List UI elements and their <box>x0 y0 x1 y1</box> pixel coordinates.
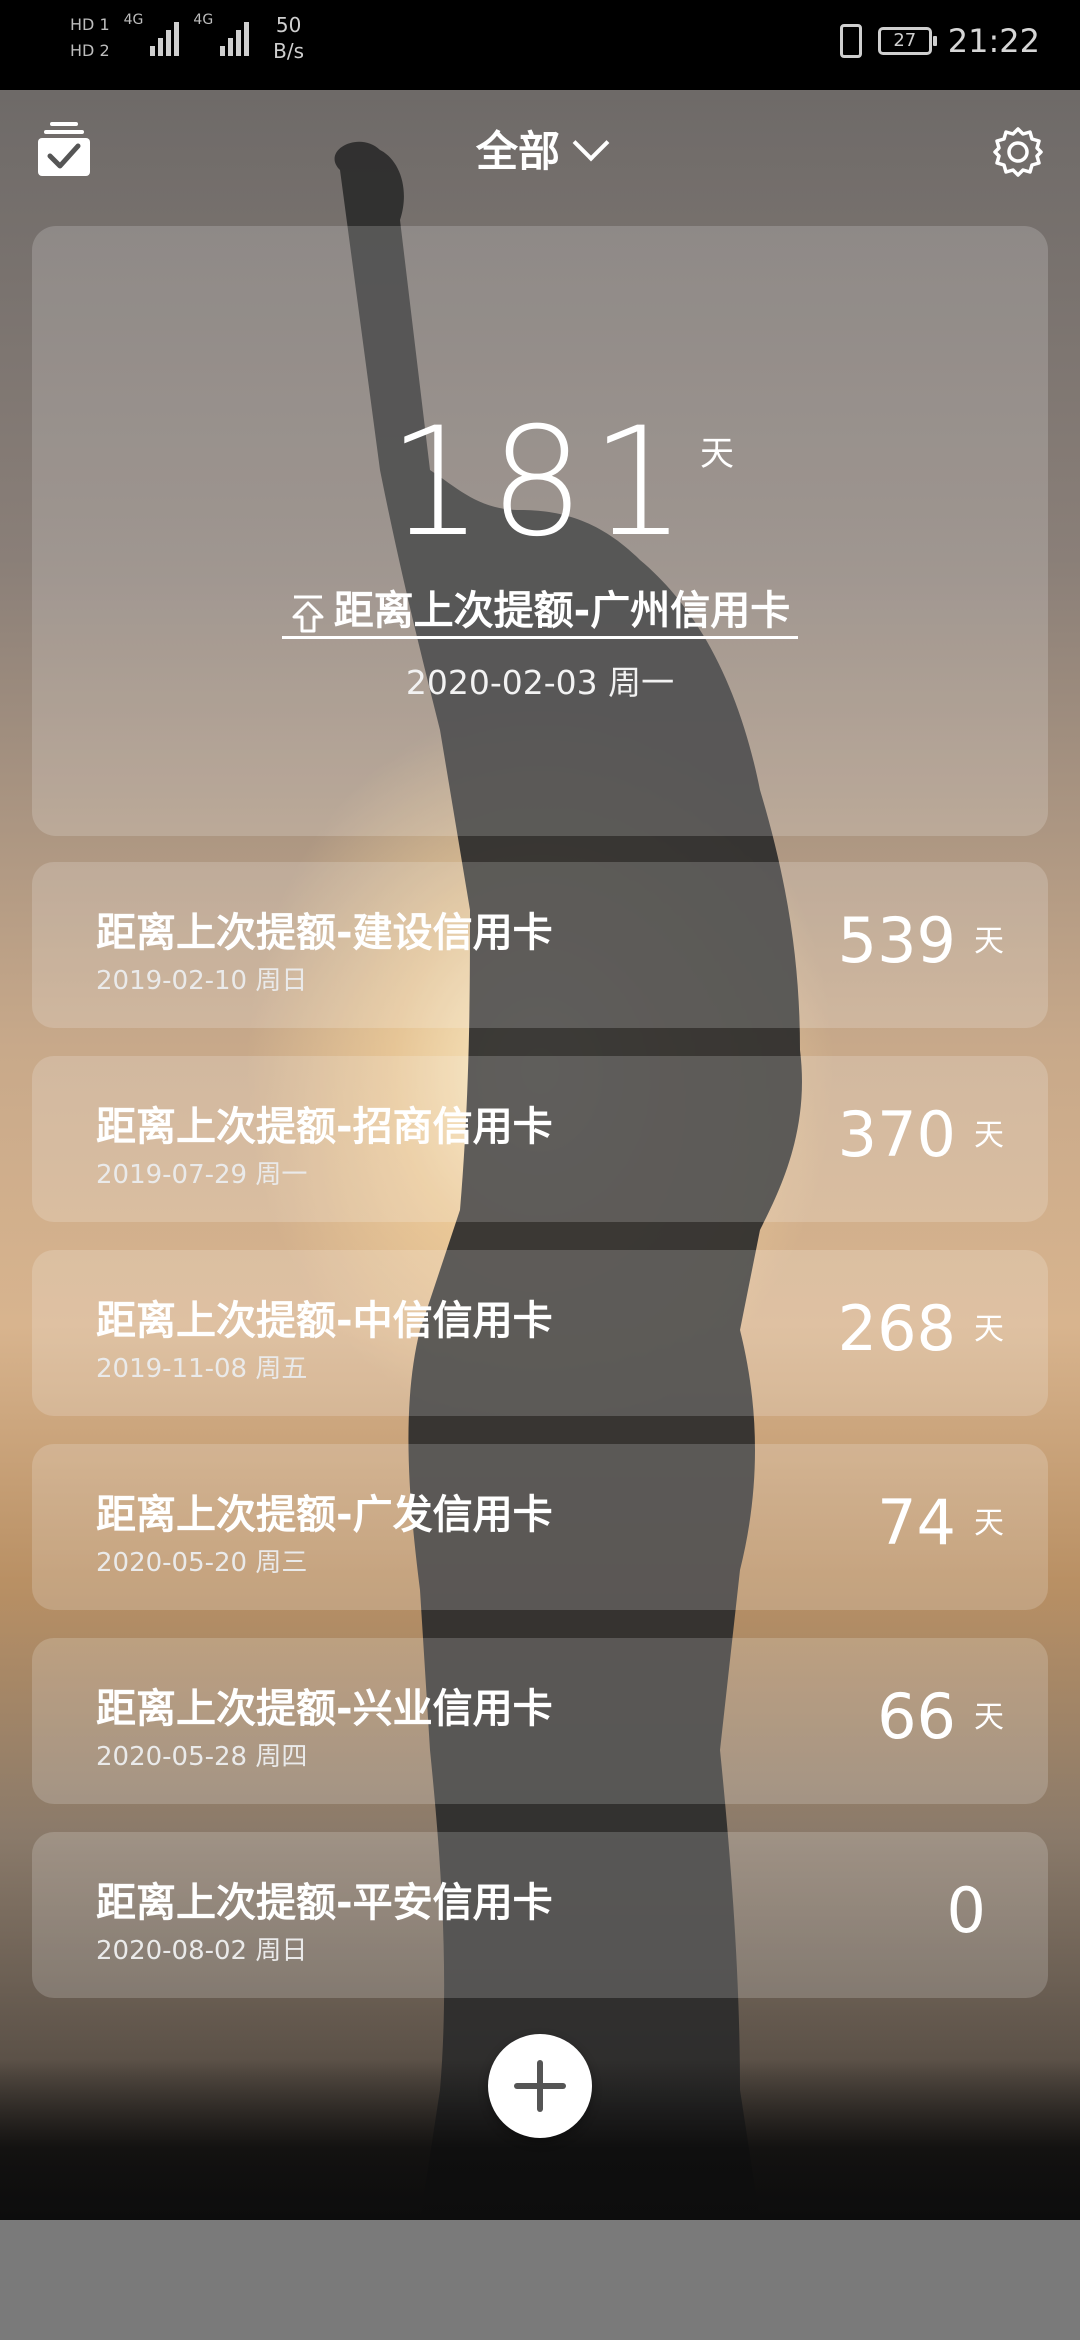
signal-icon: 4G <box>124 12 180 56</box>
countdown-item[interactable]: 距离上次提额-建设信用卡 2019-02-10 周日 539 天 <box>32 862 1048 1028</box>
hero-title: 距离上次提额-广州信用卡 <box>333 588 791 634</box>
item-days: 0 <box>946 1874 986 1947</box>
item-days: 268 <box>837 1292 956 1365</box>
item-title: 距离上次提额-招商信用卡 <box>96 1104 553 1150</box>
item-date: 2019-07-29 周一 <box>96 1160 308 1190</box>
item-days: 66 <box>877 1680 956 1753</box>
hero-title-row: 距离上次提额-广州信用卡 <box>32 578 1048 636</box>
status-bar: HD 1 HD 2 4G 4G 50 B/s 27 21:22 <box>0 0 1080 90</box>
item-title: 距离上次提额-建设信用卡 <box>96 910 553 956</box>
sim1-index: 1 <box>99 15 110 34</box>
hero-underline <box>282 636 798 639</box>
item-title: 距离上次提额-中信信用卡 <box>96 1298 553 1344</box>
network2-label: 4G <box>193 12 214 28</box>
chevron-down-icon <box>572 124 610 162</box>
speed-value: 50 <box>275 13 302 37</box>
item-unit: 天 <box>974 924 1004 959</box>
clock: 21:22 <box>947 22 1040 60</box>
item-date: 2019-11-08 周五 <box>96 1354 308 1384</box>
pin-top-icon <box>292 595 324 633</box>
item-title: 距离上次提额-广发信用卡 <box>96 1492 553 1538</box>
item-unit: 天 <box>974 1506 1004 1541</box>
sim2-label: HD <box>70 41 95 60</box>
add-button[interactable] <box>488 2034 592 2138</box>
countdown-item[interactable]: 距离上次提额-广发信用卡 2020-05-20 周三 74 天 <box>32 1444 1048 1610</box>
gear-icon[interactable] <box>992 126 1044 178</box>
sim1-label: HD <box>70 15 95 34</box>
item-date: 2020-05-20 周三 <box>96 1548 308 1578</box>
sim2-index: 2 <box>99 41 110 60</box>
item-days: 370 <box>837 1098 956 1171</box>
network1-label: 4G <box>123 12 144 28</box>
filter-dropdown[interactable]: 全部 <box>0 118 1080 179</box>
signal-icon-2: 4G <box>193 12 250 56</box>
countdown-item[interactable]: 距离上次提额-招商信用卡 2019-07-29 周一 370 天 <box>32 1056 1048 1222</box>
sim-indicators: HD 1 HD 2 <box>70 12 110 64</box>
item-unit: 天 <box>974 1312 1004 1347</box>
battery-level: 27 <box>893 30 917 51</box>
hero-date: 2020-02-03 周一 <box>405 663 675 702</box>
countdown-item[interactable]: 距离上次提额-平安信用卡 2020-08-02 周日 0 <box>32 1832 1048 1998</box>
filter-title: 全部 <box>475 127 560 176</box>
app-header: 全部 <box>0 100 1080 210</box>
battery-icon: 27 <box>877 27 937 55</box>
item-date: 2019-02-10 周日 <box>96 966 308 996</box>
vibrate-icon <box>839 24 862 58</box>
item-days: 539 <box>837 904 956 977</box>
network-speed: 50 B/s <box>273 12 304 64</box>
item-days: 74 <box>877 1486 956 1559</box>
item-title: 距离上次提额-兴业信用卡 <box>96 1686 553 1732</box>
featured-countdown-card[interactable]: 181 天 距离上次提额-广州信用卡 2020-02-03 周一 <box>32 226 1048 836</box>
item-title: 距离上次提额-平安信用卡 <box>96 1880 553 1926</box>
hero-days: 181 <box>387 396 693 570</box>
item-date: 2020-05-28 周四 <box>96 1742 308 1772</box>
navigation-bar <box>0 2220 1080 2340</box>
item-unit: 天 <box>974 1700 1004 1735</box>
countdown-item[interactable]: 距离上次提额-兴业信用卡 2020-05-28 周四 66 天 <box>32 1638 1048 1804</box>
countdown-item[interactable]: 距离上次提额-中信信用卡 2019-11-08 周五 268 天 <box>32 1250 1048 1416</box>
item-date: 2020-08-02 周日 <box>96 1936 308 1966</box>
hero-unit: 天 <box>700 434 734 474</box>
item-unit: 天 <box>974 1118 1004 1153</box>
speed-unit: B/s <box>273 39 305 63</box>
